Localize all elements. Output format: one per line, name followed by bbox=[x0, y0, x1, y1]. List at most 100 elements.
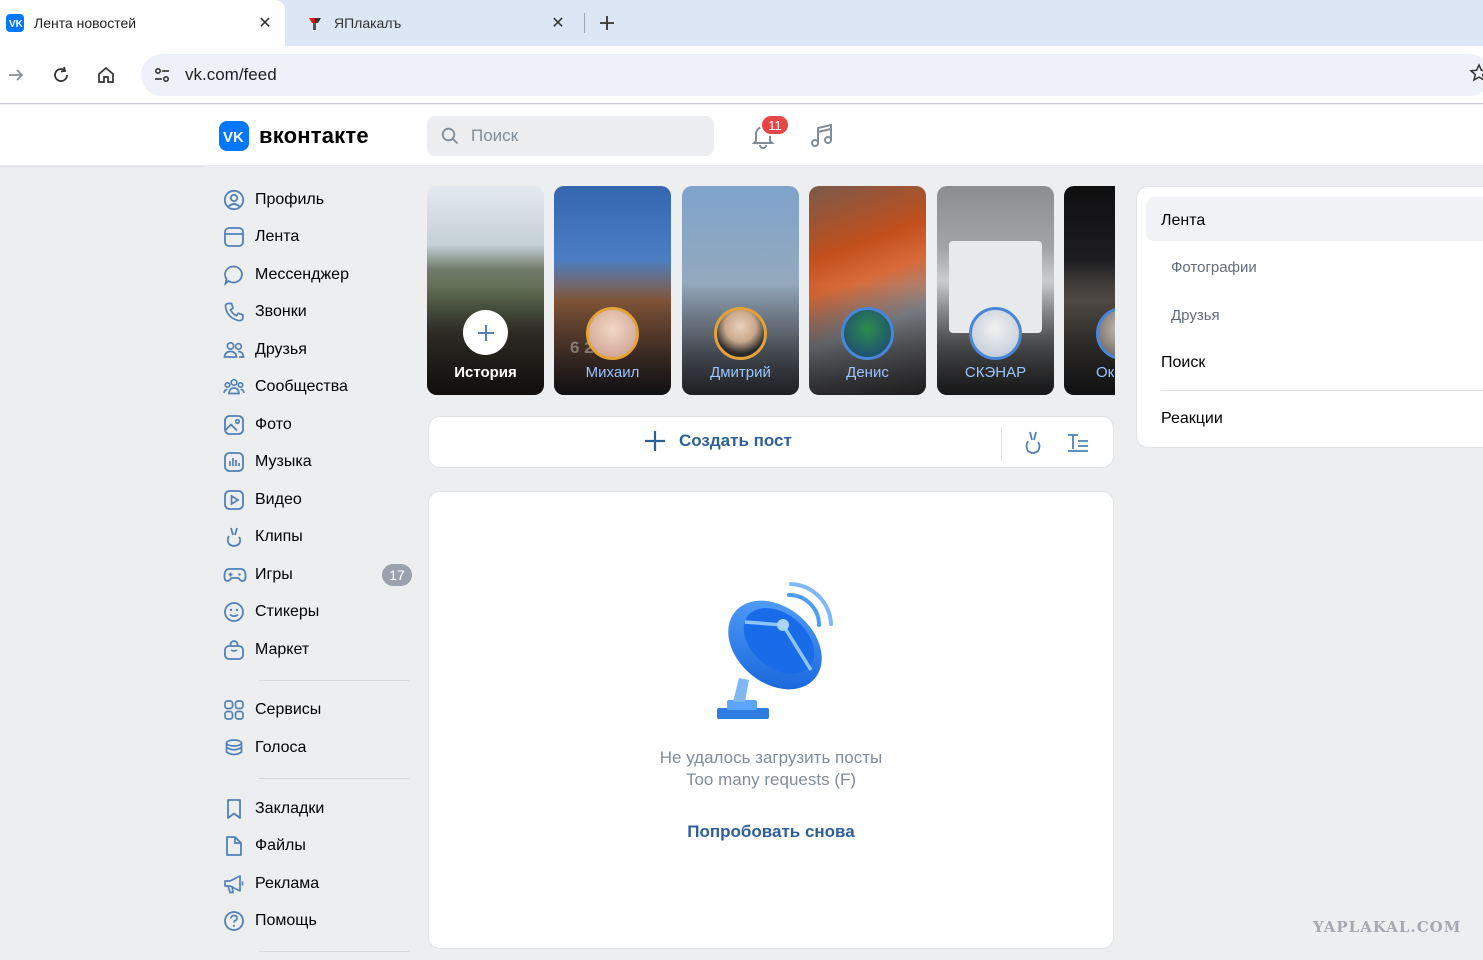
vk-logo[interactable]: VK вконтакте bbox=[219, 121, 369, 151]
home-icon[interactable] bbox=[94, 63, 118, 87]
coins-icon bbox=[219, 736, 249, 760]
sidebar-item-music[interactable]: Музыка bbox=[219, 444, 414, 480]
sidebar-item-services[interactable]: Сервисы bbox=[219, 692, 414, 728]
error-detail: Too many requests (F) bbox=[685, 770, 857, 789]
sidebar-item-clips[interactable]: Клипы bbox=[219, 519, 414, 555]
address-bar[interactable]: vk.com/feed bbox=[141, 54, 1483, 96]
sidebar-item-votes[interactable]: Голоса bbox=[219, 730, 414, 766]
sidebar-divider bbox=[259, 680, 409, 681]
story-create[interactable]: История bbox=[427, 186, 544, 395]
user-circle-icon bbox=[219, 188, 249, 212]
story-mikhail[interactable]: 6 2 18 Михаил bbox=[554, 186, 671, 395]
story-dmitriy[interactable]: Дмитрий bbox=[682, 186, 799, 395]
sidebar-item-label: Голоса bbox=[255, 739, 307, 756]
video-icon bbox=[219, 488, 249, 512]
sidebar-item-market[interactable]: Маркет bbox=[219, 632, 414, 668]
menu-item-feed[interactable]: Лента bbox=[1161, 212, 1205, 230]
message-icon bbox=[219, 263, 249, 287]
menu-divider bbox=[1161, 390, 1483, 391]
games-count-badge: 17 bbox=[382, 564, 412, 586]
help-icon bbox=[219, 909, 249, 933]
music-player-icon[interactable] bbox=[808, 122, 836, 150]
tab-yaplakal[interactable]: ЯПлакалъ ✕ bbox=[296, 0, 578, 46]
sidebar-item-stickers[interactable]: Стикеры bbox=[219, 594, 414, 630]
story-denis[interactable]: Денис bbox=[809, 186, 926, 395]
sidebar-item-profile[interactable]: Профиль bbox=[219, 182, 414, 218]
feed-filter-menu: Лента Фотографии Друзья Поиск Реакции bbox=[1136, 186, 1483, 448]
story-skenar[interactable]: СКЭНАР bbox=[937, 186, 1054, 395]
newsfeed-icon bbox=[219, 225, 249, 249]
site-settings-icon[interactable] bbox=[151, 64, 173, 86]
story-avatar bbox=[586, 307, 639, 360]
sidebar-divider bbox=[259, 951, 409, 952]
sidebar-item-feed[interactable]: Лента bbox=[219, 219, 414, 255]
sidebar-item-label: Видео bbox=[255, 491, 302, 508]
feed-filter-icon[interactable] bbox=[1066, 431, 1090, 460]
notifications-badge: 11 bbox=[760, 114, 790, 136]
story-name: История bbox=[454, 364, 517, 381]
clips-icon[interactable] bbox=[1021, 430, 1045, 461]
sidebar-item-friends[interactable]: Друзья bbox=[219, 332, 414, 368]
create-post-card: Создать пост bbox=[428, 416, 1114, 468]
create-post-divider bbox=[1001, 427, 1002, 461]
tab-close-icon[interactable]: ✕ bbox=[255, 13, 275, 33]
music-icon bbox=[219, 450, 249, 474]
satellite-dish-icon bbox=[717, 582, 833, 719]
sidebar-item-help[interactable]: Помощь bbox=[219, 903, 414, 939]
bookmark-star-icon[interactable] bbox=[1469, 63, 1483, 85]
phone-icon bbox=[219, 300, 249, 324]
menu-item-photos[interactable]: Фотографии bbox=[1171, 259, 1257, 276]
add-story-plus-icon[interactable] bbox=[463, 310, 508, 355]
forward-arrow-icon[interactable] bbox=[4, 63, 28, 87]
new-tab-icon[interactable] bbox=[595, 11, 619, 35]
sidebar-item-messenger[interactable]: Мессенджер bbox=[219, 257, 414, 293]
sidebar-item-bookmarks[interactable]: Закладки bbox=[219, 791, 414, 827]
market-bag-icon bbox=[219, 638, 249, 662]
tab-title: ЯПлакалъ bbox=[334, 15, 402, 31]
story-avatar bbox=[714, 307, 767, 360]
create-post-button[interactable]: Создать пост bbox=[643, 429, 792, 453]
sidebar-item-games[interactable]: Игры 17 bbox=[219, 557, 414, 593]
sidebar-item-label: Сервисы bbox=[255, 701, 322, 718]
menu-item-search[interactable]: Поиск bbox=[1161, 354, 1205, 372]
sidebar-item-label: Закладки bbox=[255, 800, 325, 817]
browser-toolbar: vk.com/feed bbox=[0, 46, 1483, 104]
menu-item-reactions[interactable]: Реакции bbox=[1161, 410, 1223, 428]
sidebar-item-label: Помощь bbox=[255, 912, 317, 929]
story-name: Михаил bbox=[585, 364, 640, 381]
search-input[interactable] bbox=[471, 116, 701, 156]
tab-vk-feed[interactable]: VK Лента новостей ✕ bbox=[0, 0, 285, 46]
svg-text:VK: VK bbox=[9, 19, 24, 30]
story-name: Ок bbox=[1096, 364, 1115, 381]
story-name: СКЭНАР bbox=[964, 364, 1027, 381]
sidebar-item-label: Фото bbox=[255, 416, 292, 433]
search-box[interactable] bbox=[427, 116, 714, 156]
sidebar-item-photos[interactable]: Фото bbox=[219, 407, 414, 443]
browser-tab-bar: VK Лента новостей ✕ ЯПлакалъ ✕ bbox=[0, 0, 1483, 46]
smile-icon bbox=[219, 600, 249, 624]
header-divider bbox=[0, 166, 205, 167]
vk-header: VK вконтакте 11 bbox=[0, 105, 1483, 167]
watermark: YAPLAKAL.COM bbox=[1313, 918, 1462, 936]
sidebar-item-ads[interactable]: Реклама bbox=[219, 866, 414, 902]
yaplakal-favicon-icon bbox=[306, 14, 324, 32]
story-avatar bbox=[969, 307, 1022, 360]
plus-icon bbox=[645, 431, 665, 451]
sidebar-item-calls[interactable]: Звонки bbox=[219, 294, 414, 330]
sidebar-item-label: Клипы bbox=[255, 528, 303, 545]
svg-text:VK: VK bbox=[223, 129, 244, 143]
sidebar-item-label: Звонки bbox=[255, 303, 307, 320]
sidebar-item-files[interactable]: Файлы bbox=[219, 828, 414, 864]
sidebar-item-label: Файлы bbox=[255, 837, 306, 854]
story-ok[interactable]: Ок bbox=[1064, 186, 1115, 395]
sidebar-item-video[interactable]: Видео bbox=[219, 482, 414, 518]
tab-close-icon[interactable]: ✕ bbox=[548, 13, 568, 33]
friends-icon bbox=[219, 338, 249, 362]
sidebar-item-label: Реклама bbox=[255, 875, 320, 892]
tab-title: Лента новостей bbox=[34, 15, 137, 31]
sidebar-item-communities[interactable]: Сообщества bbox=[219, 369, 414, 405]
retry-button[interactable]: Попробовать снова bbox=[429, 822, 1113, 842]
reload-icon[interactable] bbox=[49, 63, 73, 87]
sidebar-item-label: Лента bbox=[255, 228, 300, 245]
menu-item-friends[interactable]: Друзья bbox=[1171, 307, 1220, 324]
